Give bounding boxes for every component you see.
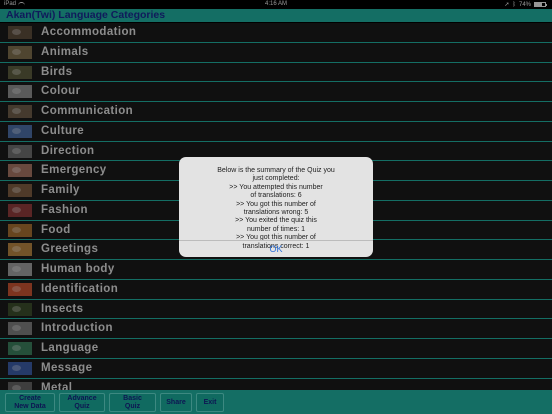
alert-message: Below is the summary of the Quiz you jus… (217, 167, 335, 250)
modal-overlay: Below is the summary of the Quiz you jus… (0, 0, 552, 414)
quiz-summary-alert: Below is the summary of the Quiz you jus… (179, 157, 373, 257)
alert-button-bar: OK (179, 240, 373, 257)
ok-button[interactable]: OK (179, 241, 373, 257)
